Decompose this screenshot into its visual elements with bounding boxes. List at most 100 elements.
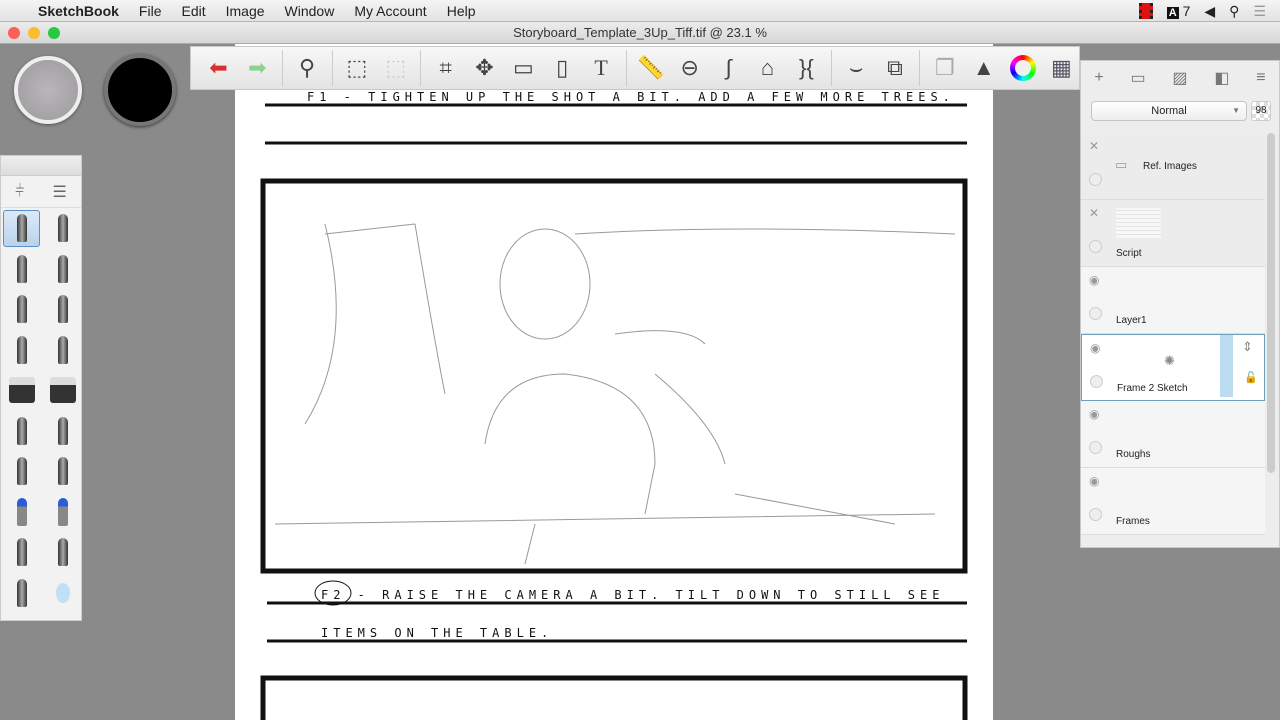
layer-script[interactable]: ✕ Script — [1081, 200, 1265, 267]
select-icon[interactable]: ⬚ — [340, 50, 375, 86]
menu-help[interactable]: Help — [437, 3, 486, 19]
adobe-icon[interactable]: A 7 — [1166, 3, 1191, 19]
brush-brush-icon[interactable] — [1, 532, 42, 573]
layer-roughs[interactable]: ◉ Roughs — [1081, 401, 1265, 468]
spotlight-search-icon[interactable]: ⚲ — [1229, 3, 1239, 20]
menu-my-account[interactable]: My Account — [344, 3, 436, 19]
color-wheel-icon[interactable] — [1005, 50, 1040, 86]
lock-toggle[interactable] — [1089, 441, 1102, 454]
add-layer-icon[interactable]: + — [1094, 69, 1103, 87]
brush-paint-brush-icon[interactable] — [42, 532, 83, 573]
add-image-icon[interactable]: ▨ — [1172, 68, 1187, 88]
crop-icon[interactable]: ⌗ — [428, 50, 463, 86]
caption-frame-2: F2 - raise the camera a bit. tilt down t… — [321, 588, 945, 602]
brush-ink-pen-icon[interactable] — [42, 249, 83, 290]
layer-scrollbar[interactable] — [1267, 133, 1275, 473]
brush-highlighter-icon[interactable] — [1, 492, 42, 533]
add-group-icon[interactable]: ▭ — [1131, 68, 1146, 88]
brush-pencil-icon[interactable] — [3, 210, 40, 247]
layer-menu-icon[interactable]: ≡ — [1256, 69, 1265, 87]
brush-airbrush-icon[interactable] — [1, 411, 42, 452]
layer-name: Layer1 — [1116, 315, 1147, 326]
layer-frame-2-sketch[interactable]: ◉ Frame 2 Sketch ✺ ⇕ 🔓 — [1081, 334, 1265, 401]
menu-edit[interactable]: Edit — [171, 3, 215, 19]
brush-library-icon[interactable]: ☰ — [53, 182, 67, 202]
clear-layer-icon[interactable]: ◧ — [1214, 68, 1229, 88]
lock-toggle[interactable] — [1090, 375, 1103, 388]
menu-image[interactable]: Image — [216, 3, 275, 19]
hidden-icon[interactable]: ✕ — [1089, 206, 1099, 220]
layer-opacity-slider[interactable] — [1220, 335, 1233, 397]
eye-icon[interactable]: ◉ — [1089, 474, 1099, 488]
zoom-icon[interactable]: ⚲ — [290, 50, 325, 86]
brush-ink-pen-2-icon[interactable] — [42, 330, 83, 371]
brush-airbrush-2-icon[interactable] — [42, 411, 83, 452]
eye-icon[interactable]: ◉ — [1089, 407, 1099, 421]
lock-icon[interactable]: 🔓 — [1244, 371, 1258, 384]
notification-center-icon[interactable]: ☰ — [1253, 3, 1266, 20]
layer-ref-images[interactable]: ✕ Ref. Images ▭ — [1081, 133, 1265, 200]
move-layer-icon[interactable]: ⇕ — [1242, 339, 1253, 355]
text-icon[interactable]: T — [584, 50, 619, 86]
menu-file[interactable]: File — [129, 3, 172, 19]
transform-icon[interactable]: ✥ — [467, 50, 502, 86]
brush-pencil-2-icon[interactable] — [42, 208, 83, 249]
zoom-window-button[interactable] — [48, 27, 60, 39]
color-puck[interactable] — [104, 54, 176, 126]
lock-toggle[interactable] — [1089, 508, 1102, 521]
film-icon[interactable] — [1138, 3, 1153, 19]
brush-fineliner-icon[interactable] — [1, 330, 42, 371]
layer-name: Script — [1116, 248, 1142, 259]
brush-felt-marker-icon[interactable] — [42, 451, 83, 492]
symmetry-icon[interactable]: }{ — [789, 50, 824, 86]
hidden-icon[interactable]: ✕ — [1089, 139, 1099, 153]
brush-glyph — [16, 335, 27, 364]
undo-icon[interactable]: ⬅ — [201, 50, 236, 86]
eye-icon[interactable]: ◉ — [1090, 341, 1100, 355]
brush-wide-marker-icon[interactable] — [42, 492, 83, 533]
fill-icon[interactable]: ▯ — [545, 50, 580, 86]
brush-palette-header[interactable] — [1, 156, 81, 176]
brush-size-puck[interactable] — [14, 56, 82, 124]
minimize-window-button[interactable] — [28, 27, 40, 39]
brush-technical-pen-icon[interactable] — [42, 289, 83, 330]
brush-chisel-marker-icon[interactable] — [1, 451, 42, 492]
french-curve-icon[interactable]: ∫ — [711, 50, 746, 86]
brush-water-drop-icon[interactable] — [42, 573, 83, 614]
brush-hard-eraser-icon[interactable] — [1, 370, 42, 411]
brush-marker-icon[interactable] — [1, 249, 42, 290]
distort-icon[interactable]: ▭ — [506, 50, 541, 86]
brush-palette-icon[interactable]: ▲ — [966, 50, 1001, 86]
menu-app[interactable]: SketchBook — [28, 3, 129, 19]
blend-mode-dropdown[interactable]: Normal ▼ — [1091, 101, 1247, 121]
window-title: Storyboard_Template_3Up_Tiff.tif @ 23.1 … — [513, 25, 767, 40]
menu-window[interactable]: Window — [275, 3, 345, 19]
stroke-icon[interactable]: ⌣ — [839, 50, 874, 86]
close-window-button[interactable] — [8, 27, 20, 39]
adobe-count: 7 — [1182, 3, 1191, 19]
eye-icon[interactable]: ◉ — [1089, 273, 1099, 287]
ellipse-guide-icon[interactable]: ⊖ — [672, 50, 707, 86]
layout-icon[interactable]: ▦ — [1044, 50, 1079, 86]
ruler-icon[interactable]: 📏 — [633, 50, 668, 86]
storyboard-page[interactable]: F1 - tighten up the shot a bit. add a fe… — [235, 44, 993, 720]
brush-ballpoint-icon[interactable] — [1, 289, 42, 330]
volume-icon[interactable]: ◀ — [1204, 3, 1215, 20]
layer-frames[interactable]: ◉ Frames — [1081, 468, 1265, 535]
perspective-icon[interactable]: ⌂ — [750, 50, 785, 86]
lock-toggle[interactable] — [1089, 307, 1102, 320]
brush-glyph — [55, 582, 70, 603]
redo-icon[interactable]: ➡ — [240, 50, 275, 86]
copy-paste-icon[interactable]: ❐ — [927, 50, 962, 86]
shape-icon[interactable]: ⧉ — [878, 50, 913, 86]
lock-toggle[interactable] — [1089, 240, 1102, 253]
brush-properties-icon[interactable]: ⫩ — [15, 183, 24, 201]
lock-toggle[interactable] — [1089, 173, 1102, 186]
opacity-control[interactable]: 98 — [1251, 101, 1271, 121]
caption-frame-1: F1 - tighten up the shot a bit. add a fe… — [307, 90, 955, 104]
brush-soft-brush-icon[interactable] — [1, 573, 42, 614]
brush-soft-eraser-icon[interactable] — [42, 370, 83, 411]
clear-selection-icon[interactable]: ⬚ — [378, 50, 413, 86]
layer-layer1[interactable]: ◉ Layer1 — [1081, 267, 1265, 334]
brush-glyph — [57, 214, 68, 243]
